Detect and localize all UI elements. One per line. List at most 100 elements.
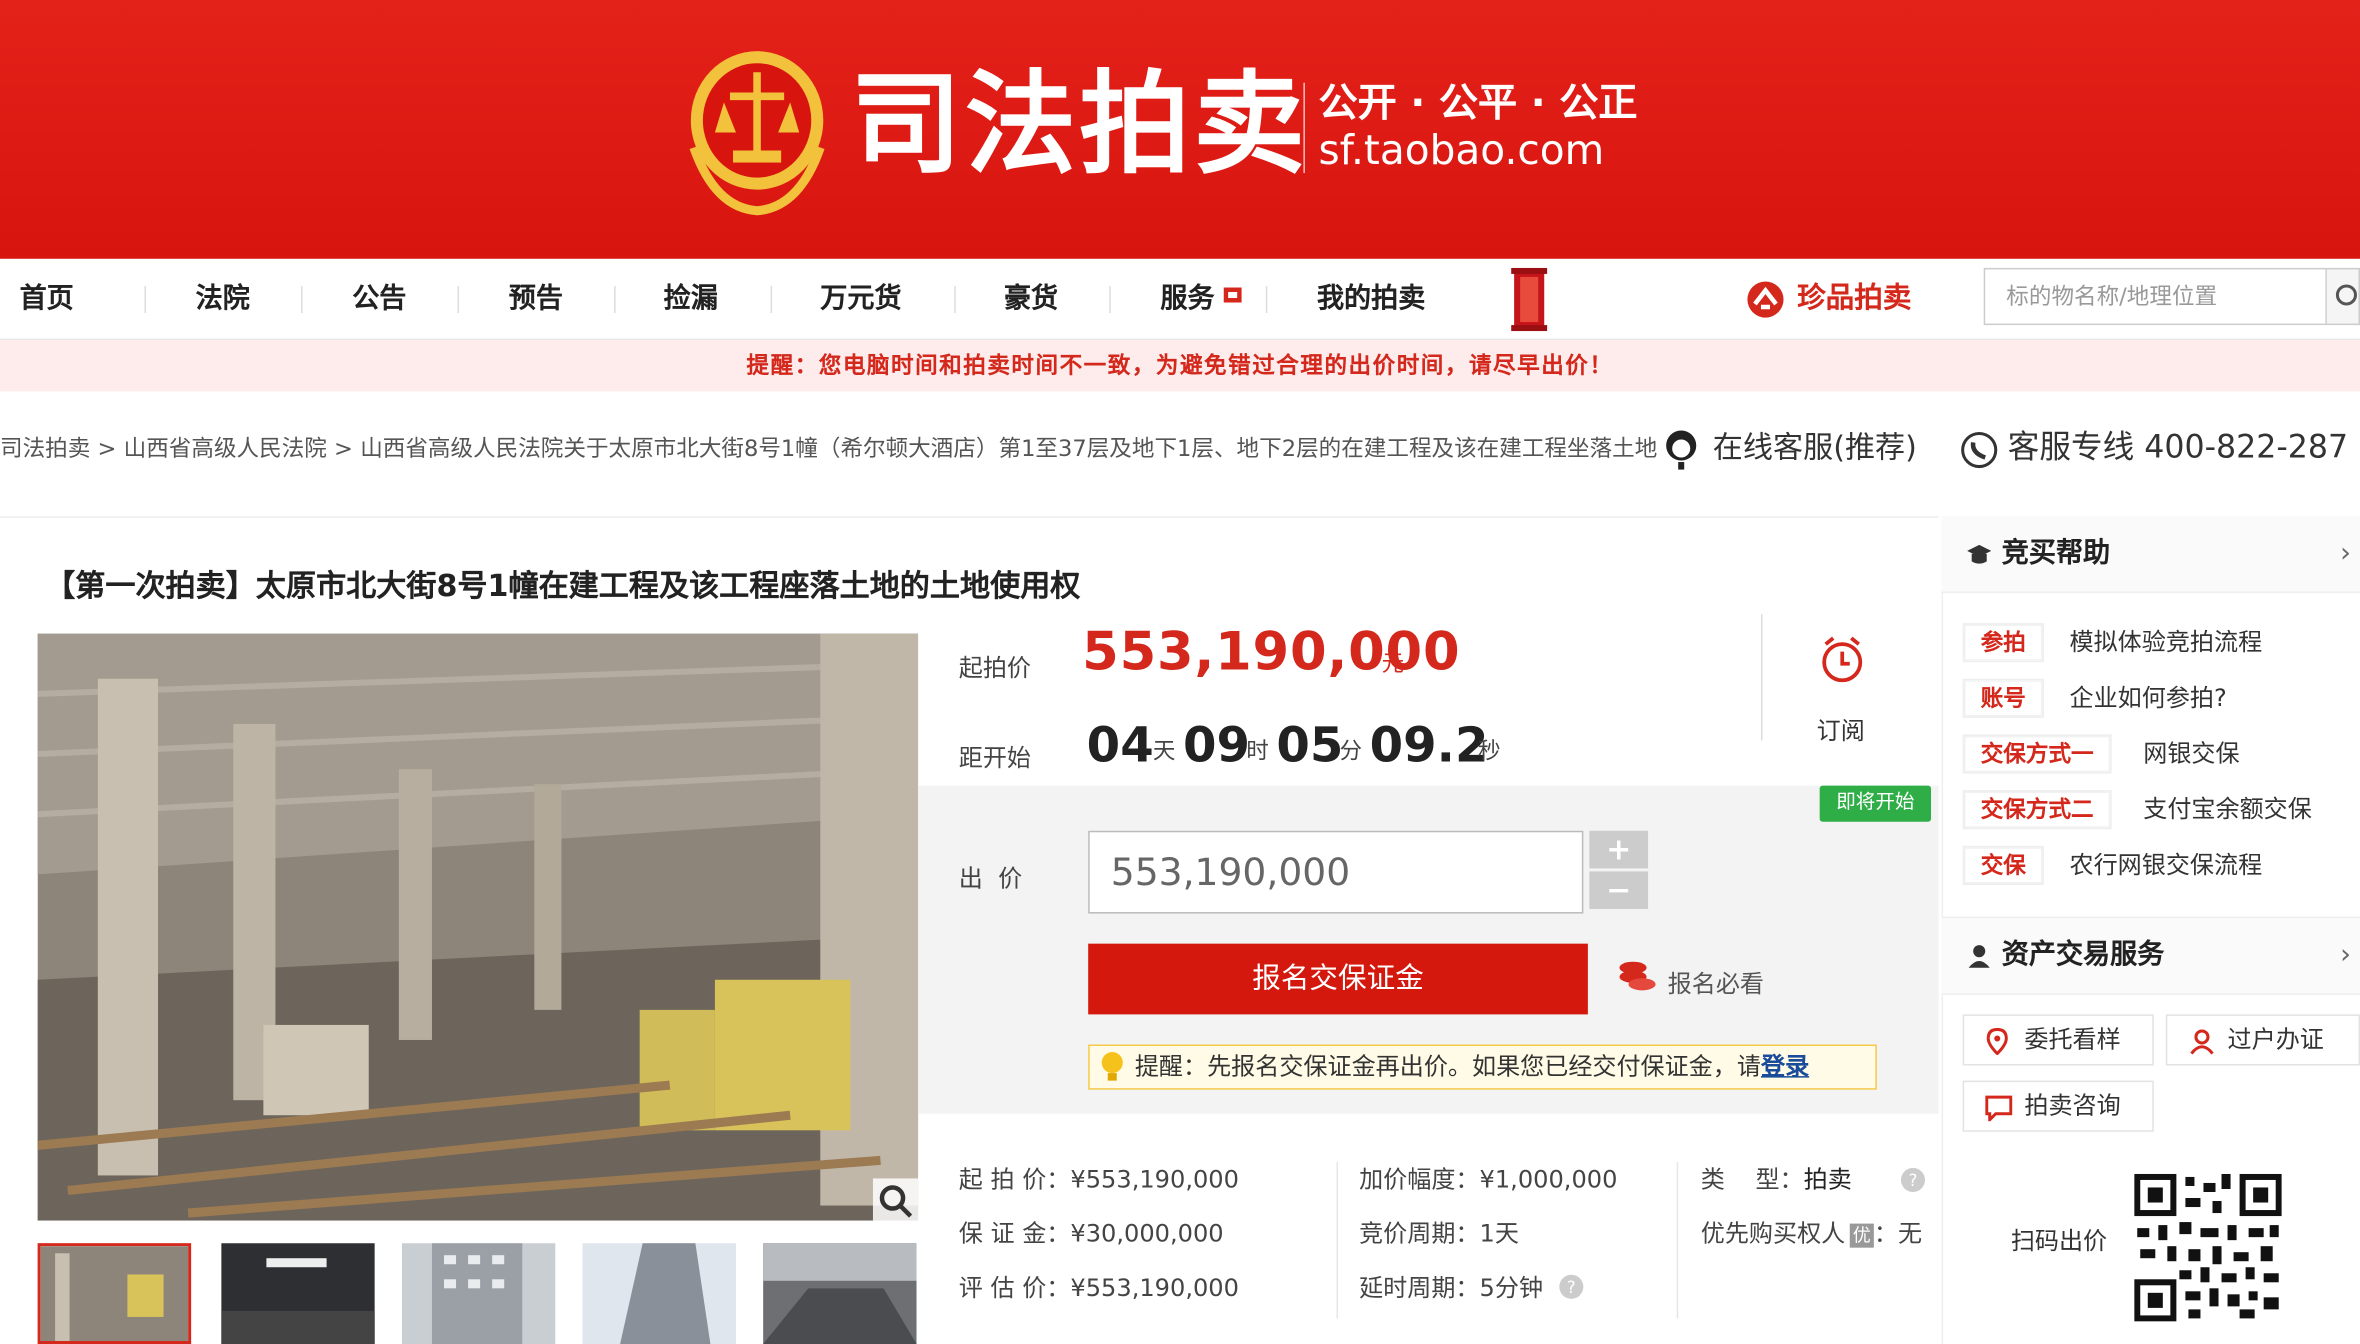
breadcrumb-item[interactable]: 山西省高级人民法院关于太原市北大街8号1幢（希尔顿大酒店）第1至37层及地下1层… (360, 435, 1657, 462)
nav-item-court[interactable]: 法院 (196, 259, 250, 339)
coins-icon (1619, 961, 1656, 991)
nav-divider (614, 285, 616, 314)
breadcrumb-item[interactable]: 山西省高级人民法院 (124, 435, 327, 462)
priority-badge: 优 (1849, 1223, 1874, 1248)
countdown-days: 04 (1086, 716, 1154, 774)
bid-amount-input[interactable]: 553,190,000 (1088, 830, 1584, 914)
help-tag[interactable]: 参拍 (1962, 623, 2044, 663)
countdown-seconds: 09.2 (1369, 716, 1489, 774)
must-read-link[interactable]: 报名必看 (1668, 963, 1764, 999)
search-input[interactable]: 标的物名称/地理位置 (1983, 267, 2327, 326)
detail-value: ¥30,000,000 (1070, 1219, 1224, 1248)
transfer-cert-label: 过户办证 (2227, 1024, 2324, 1054)
entrust-viewing-button[interactable]: 委托看样 (1962, 1014, 2154, 1066)
countdown-second-unit: 秒 (1478, 737, 1501, 765)
start-price-label: 起拍价 (958, 653, 1032, 682)
detail-label: 起 拍 价： (958, 1164, 1071, 1194)
breadcrumb-item[interactable]: 司法拍卖 (0, 435, 90, 462)
help-tag[interactable]: 账号 (1962, 678, 2044, 718)
detail-value: 5分钟 (1479, 1273, 1544, 1302)
help-icon[interactable]: ? (1558, 1273, 1585, 1300)
service-flag-icon (1223, 287, 1242, 303)
detail-label: 优先购买权人 (1700, 1219, 1846, 1248)
help-icon[interactable]: ? (1899, 1166, 1926, 1193)
photo-thumbnail[interactable] (582, 1243, 736, 1344)
login-link[interactable]: 登录 (1761, 1052, 1809, 1081)
detail-divider (1676, 1161, 1679, 1319)
nav-item-notice[interactable]: 公告 (352, 259, 406, 339)
asset-service-header[interactable]: 资产交易服务 › (1941, 916, 2360, 995)
zhenpin-auction-link[interactable]: 珍品拍卖 (1797, 259, 1911, 339)
brand-name: 司法拍卖 (850, 60, 1308, 190)
search-icon (2335, 284, 2357, 306)
register-deposit-button[interactable]: 报名交保证金 (1088, 943, 1588, 1015)
help-tag[interactable]: 交保 (1962, 845, 2044, 885)
chevron-right-icon: › (2340, 939, 2351, 971)
nav-item-my-auction[interactable]: 我的拍卖 (1317, 259, 1425, 339)
transfer-cert-button[interactable]: 过户办证 (2165, 1014, 2360, 1066)
help-header[interactable]: 竞买帮助 › (1941, 516, 2360, 593)
zoom-button[interactable] (872, 1178, 919, 1224)
lightbulb-icon (1101, 1052, 1123, 1081)
graduation-cap-icon (1967, 544, 1992, 564)
help-link[interactable]: 网银交保 (2143, 734, 2239, 773)
nav-item-10k-goods[interactable]: 万元货 (820, 259, 901, 339)
nav-divider (1109, 285, 1111, 314)
countdown-day-unit: 天 (1152, 737, 1176, 765)
person-badge-icon (2190, 1029, 2214, 1055)
nav-divider (1265, 285, 1268, 314)
detail-label: 类 型： (1700, 1164, 1804, 1194)
nav-item-luxury[interactable]: 豪货 (1004, 259, 1058, 339)
breadcrumb: 司法拍卖 > 山西省高级人民法院 > 山西省高级人民法院关于太原市北大街8号1幢… (0, 429, 1671, 468)
nav-item-bargain[interactable]: 捡漏 (664, 259, 718, 339)
detail-type: 类 型：拍卖 (1701, 1163, 1852, 1196)
svg-text:?: ? (1909, 1171, 1918, 1190)
detail-divider (1336, 1161, 1339, 1319)
nav-divider (144, 285, 146, 314)
countdown-minute-unit: 分 (1339, 737, 1363, 765)
entrust-viewing-label: 委托看样 (2024, 1024, 2121, 1054)
deposit-tip-text: 提醒：先报名交保证金再出价。如果您已经交付保证金，请 (1134, 1052, 1761, 1081)
photo-thumbnail[interactable] (401, 1243, 556, 1344)
breadcrumb-separator: > (97, 434, 117, 463)
zhenpin-logo-icon (1747, 281, 1784, 318)
asset-service-title: 资产交易服务 (2001, 939, 2165, 971)
alarm-clock-icon[interactable] (1818, 635, 1866, 686)
detail-value: ¥1,000,000 (1479, 1164, 1618, 1194)
detail-priority: 优先购买权人优：无 (1701, 1218, 1922, 1251)
increase-bid-button[interactable]: + (1589, 830, 1649, 869)
auction-consult-button[interactable]: 拍卖咨询 (1962, 1080, 2154, 1132)
hotline-text: 客服专线 400-822-287 (2007, 428, 2349, 466)
photo-thumbnail[interactable] (763, 1243, 917, 1344)
help-title: 竞买帮助 (2001, 537, 2111, 569)
search-button[interactable] (2326, 267, 2360, 326)
decrease-bid-button[interactable]: − (1589, 871, 1649, 910)
customer-service-icon (1666, 430, 1697, 470)
chat-bubble-icon (1985, 1095, 2013, 1122)
detail-value: ¥553,190,000 (1070, 1273, 1239, 1302)
help-link[interactable]: 支付宝余额交保 (2143, 790, 2312, 829)
nav-divider (954, 285, 956, 314)
detail-value: 拍卖 (1803, 1164, 1852, 1194)
help-tag[interactable]: 交保方式二 (1962, 790, 2112, 830)
item-photo[interactable] (37, 633, 919, 1221)
online-service-link[interactable]: 在线客服(推荐) (1713, 421, 1917, 472)
court-emblem-icon (689, 51, 825, 216)
auction-consult-label: 拍卖咨询 (2024, 1091, 2121, 1120)
svg-text:?: ? (1567, 1278, 1576, 1297)
nav-item-home[interactable]: 首页 (20, 259, 74, 339)
help-link[interactable]: 农行网银交保流程 (2070, 846, 2263, 885)
nav-item-service[interactable]: 服务 (1160, 259, 1214, 339)
countdown-label: 距开始 (958, 743, 1032, 773)
location-pin-icon (1986, 1027, 2008, 1056)
subscribe-button[interactable]: 订阅 (1817, 710, 1865, 746)
detail-value: ¥553,190,000 (1070, 1164, 1239, 1194)
help-link[interactable]: 模拟体验竞拍流程 (2070, 623, 2263, 662)
currency-unit: 元 (1381, 650, 1405, 678)
scroll-banner-icon[interactable] (1511, 267, 1548, 332)
help-link[interactable]: 企业如何参拍? (2070, 679, 2227, 718)
photo-thumbnail[interactable] (37, 1243, 192, 1344)
nav-item-preview[interactable]: 预告 (509, 259, 563, 339)
help-tag[interactable]: 交保方式一 (1962, 734, 2112, 774)
photo-thumbnail[interactable] (221, 1243, 375, 1344)
